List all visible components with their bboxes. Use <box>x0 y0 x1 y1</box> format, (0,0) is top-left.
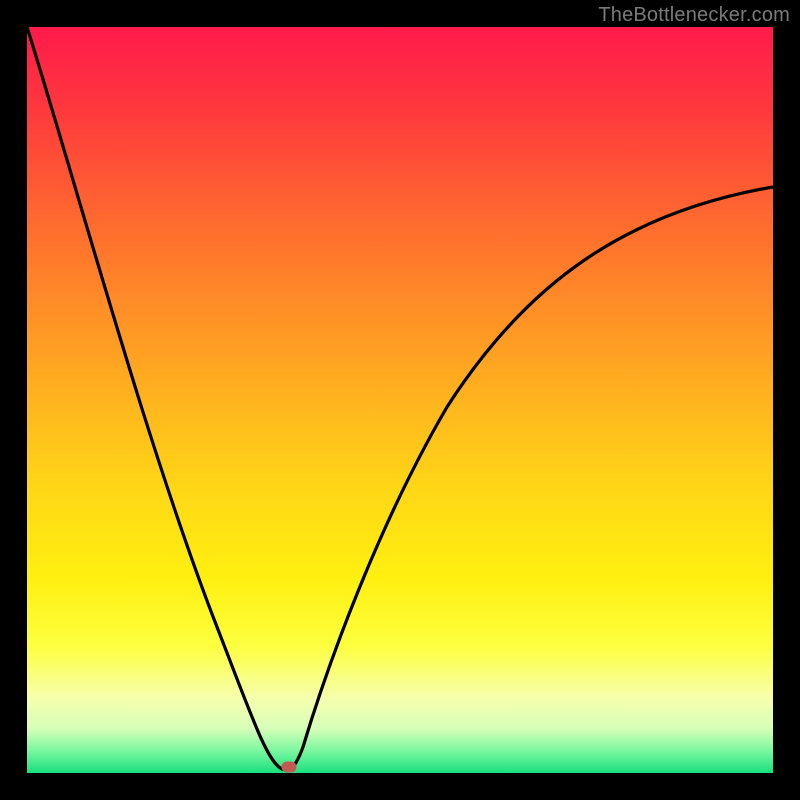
plot-area <box>27 27 773 773</box>
bottleneck-curve <box>27 27 773 773</box>
watermark-text: TheBottlenecker.com <box>598 4 790 27</box>
curve-path <box>27 27 773 770</box>
chart-frame: TheBottlenecker.com <box>0 0 800 800</box>
optimal-point-marker <box>282 762 297 773</box>
